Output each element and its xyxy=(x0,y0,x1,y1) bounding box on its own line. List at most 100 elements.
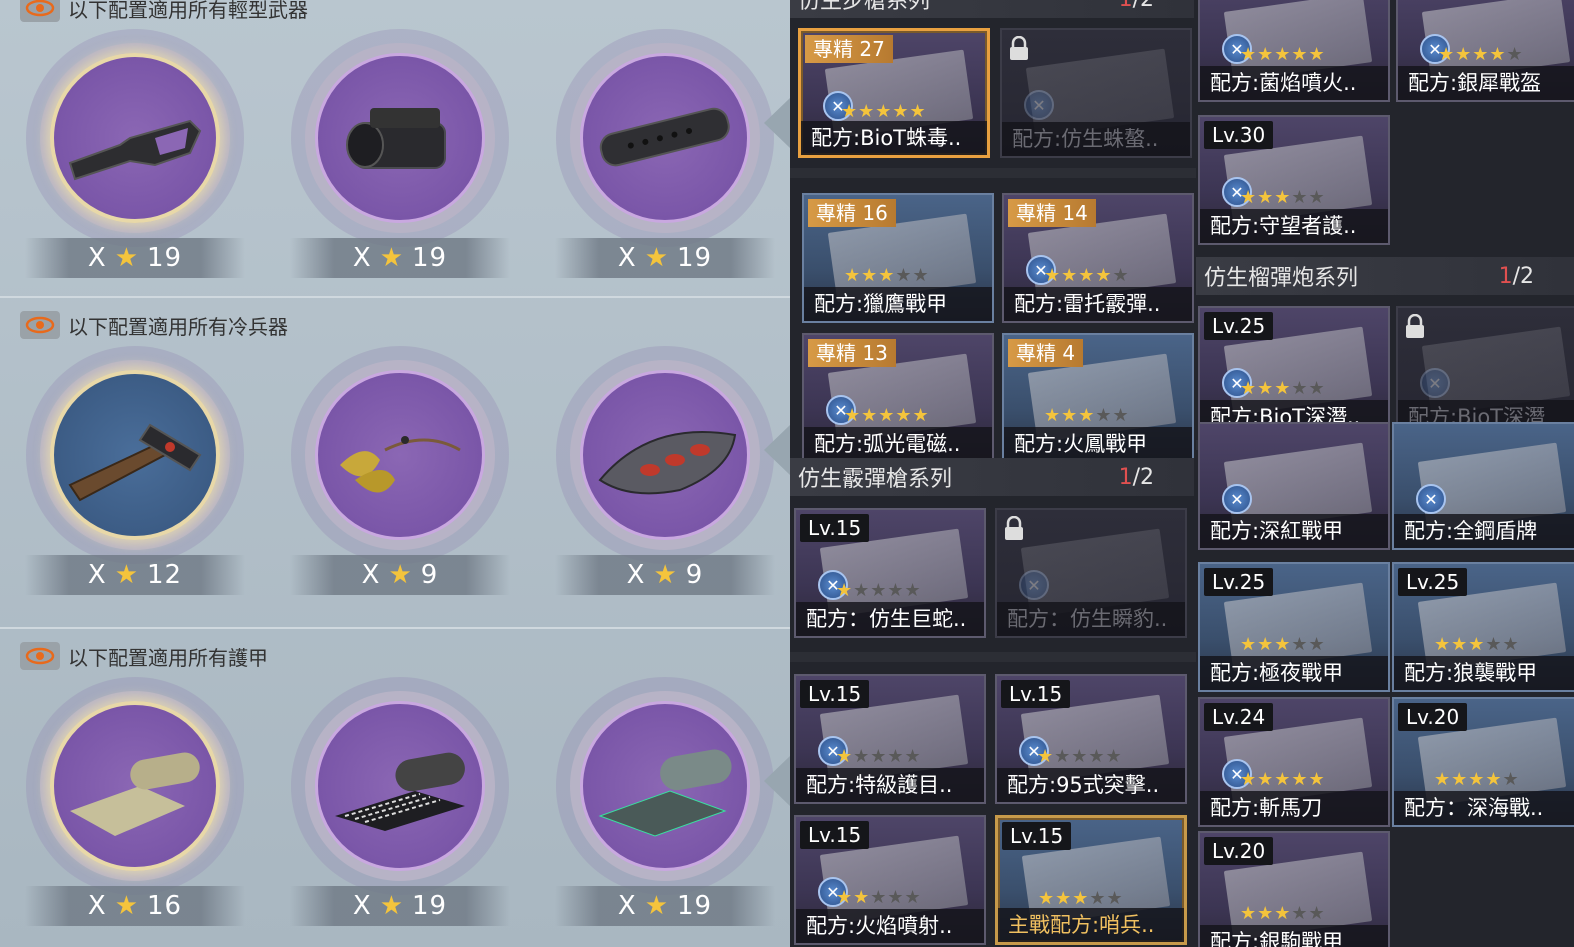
recipe-card[interactable]: ✕ 配方:全鋼盾牌 xyxy=(1392,422,1574,550)
slot-count: X ★ 9 xyxy=(555,555,775,595)
divider xyxy=(790,652,1196,662)
slot-stock[interactable]: X ★ 19 xyxy=(25,43,245,293)
eye-icon[interactable] xyxy=(20,642,60,670)
slot-scope[interactable]: X ★ 19 xyxy=(290,43,510,293)
guard-icon xyxy=(598,431,737,495)
recipe-card[interactable]: Lv.15 ✕ ★★★★★ 配方:特級護目.. xyxy=(794,674,986,804)
recipe-card-locked[interactable]: ✕ 配方：仿生瞬豹.. xyxy=(995,508,1187,638)
recipe-name: 配方:弧光電磁.. xyxy=(804,427,992,461)
level-badge: Lv.15 xyxy=(800,680,870,708)
section-armor: 以下配置適用所有護甲 X ★ 16 X ★ 19 X ★ 19 xyxy=(0,636,790,947)
hex-roll-icon xyxy=(598,749,732,837)
recipe-card[interactable]: Lv.25 ✕ ★★★★★ 配方:BioT深潛.. xyxy=(1198,306,1390,436)
star-icon: ★ xyxy=(114,891,140,921)
recipe-card-locked[interactable]: ✕ 配方:仿生蛛螯.. xyxy=(1000,28,1192,158)
section-header: 以下配置適用所有護甲 xyxy=(20,636,268,676)
recipe-name: 配方:斬馬刀 xyxy=(1200,791,1388,825)
eye-icon[interactable] xyxy=(20,0,60,22)
star-rating: ★★★★★ xyxy=(1240,634,1326,655)
recipe-card[interactable]: Lv.20 ★★★★★ 配方：深海戰.. xyxy=(1392,697,1574,827)
recipe-card[interactable]: Lv.25 ★★★★★ 配方:狼襲戰甲 xyxy=(1392,562,1574,692)
star-rating: ★★★★★ xyxy=(1240,378,1326,399)
slot-silencer[interactable]: X ★ 19 xyxy=(555,43,775,293)
star-rating: ★★★★★ xyxy=(1434,769,1520,790)
accessory-config-panel: 以下配置適用所有輕型武器 X ★ 19 X ★ 19 X ★ 19 以下配置適用… xyxy=(0,0,790,947)
recipe-card[interactable]: 專精 27 ✕ ★★★★★ 配方:BioT蛛毒.. xyxy=(798,28,990,158)
silencer-icon xyxy=(599,107,730,167)
count-value: 16 xyxy=(147,891,183,921)
wrench-icon: ✕ xyxy=(1416,484,1446,514)
slot-hex-roll[interactable]: X ★ 19 xyxy=(555,691,775,941)
slot-cloth-roll[interactable]: X ★ 16 xyxy=(25,691,245,941)
expand-arrow[interactable] xyxy=(764,425,790,475)
recipe-name: 配方:BioT蛛毒.. xyxy=(801,121,987,155)
tassel-icon xyxy=(340,436,461,493)
recipe-card[interactable]: Lv.15 ✕ ★★★★★ 配方：仿生巨蛇.. xyxy=(794,508,986,638)
count-value: 9 xyxy=(420,560,439,590)
recipe-card[interactable]: Lv.30 ✕ ★★★★★ 配方:守望者護.. xyxy=(1198,115,1390,245)
star-rating: ★★★★★ xyxy=(836,746,922,767)
multiplier: X xyxy=(361,560,381,590)
expand-arrow[interactable] xyxy=(764,756,790,806)
recipe-card[interactable]: Lv.24 ✕ ★★★★★ 配方:斬馬刀 xyxy=(1198,697,1390,827)
slot-fiber-roll[interactable]: X ★ 19 xyxy=(290,691,510,941)
recipe-card[interactable]: Lv.20 ★★★★★ 配方:銀駒戰甲 xyxy=(1198,831,1390,947)
slot-tassel[interactable]: X ★ 9 xyxy=(290,360,510,610)
star-rating: ★★★★★ xyxy=(1240,769,1326,790)
star-icon: ★ xyxy=(644,243,670,273)
recipe-card[interactable]: 專精 16 ★★★★★ 配方:獵鷹戰甲 xyxy=(802,193,994,323)
recipe-card[interactable]: 專精 4 ★★★★★ 配方:火鳳戰甲 xyxy=(1002,333,1194,463)
divider xyxy=(0,296,790,298)
fiber-roll-icon xyxy=(335,752,465,831)
multiplier: X xyxy=(626,560,646,590)
recipe-card[interactable]: ✕ ★★★★★ 配方:菌焰噴火.. xyxy=(1198,0,1390,102)
series-title: 仿生榴彈炮系列 xyxy=(1204,266,1359,291)
divider xyxy=(0,627,790,629)
recipe-name: 配方:菌焰噴火.. xyxy=(1200,66,1388,100)
recipe-name: 配方：深海戰.. xyxy=(1394,791,1574,825)
series-count-total: /2 xyxy=(1133,0,1154,12)
series-count: 1/2 xyxy=(1119,465,1154,490)
cloth-roll-icon xyxy=(70,752,200,836)
slot-guard[interactable]: X ★ 9 xyxy=(555,360,775,610)
recipe-card[interactable]: Lv.15 ★★★★★ 主戰配方:哨兵.. xyxy=(995,815,1187,945)
eye-icon[interactable] xyxy=(20,311,60,339)
recipe-name: 配方：仿生瞬豹.. xyxy=(997,602,1185,636)
recipe-card[interactable]: 專精 14 ✕ ★★★★★ 配方:雷托霰彈.. xyxy=(1002,193,1194,323)
recipe-card[interactable]: Lv.25 ★★★★★ 配方:極夜戰甲 xyxy=(1198,562,1390,692)
level-badge: Lv.20 xyxy=(1398,703,1468,731)
mastery-badge: 專精 14 xyxy=(1008,199,1096,227)
recipe-card[interactable]: ✕ 配方:深紅戰甲 xyxy=(1198,422,1390,550)
recipe-name: 配方:銀犀戰盔 xyxy=(1398,66,1574,100)
slot-count: X ★ 19 xyxy=(555,238,775,278)
slot-hilt[interactable]: X ★ 12 xyxy=(25,360,245,610)
star-rating: ★★★★★ xyxy=(1038,888,1124,909)
level-badge: Lv.15 xyxy=(1002,822,1072,850)
star-icon: ★ xyxy=(114,243,140,273)
mastery-badge: 專精 16 xyxy=(808,199,896,227)
recipe-name: 配方:獵鷹戰甲 xyxy=(804,287,992,321)
level-badge: Lv.25 xyxy=(1204,312,1274,340)
star-icon: ★ xyxy=(379,243,405,273)
recipe-name: 配方:仿生蛛螯.. xyxy=(1002,122,1190,156)
wrench-icon: ✕ xyxy=(1019,570,1049,600)
star-icon: ★ xyxy=(644,891,670,921)
recipe-card[interactable]: Lv.15 ✕ ★★★★★ 配方:95式突擊.. xyxy=(995,674,1187,804)
multiplier: X xyxy=(87,891,107,921)
section-melee: 以下配置適用所有冷兵器 X ★ 12 X ★ 9 X ★ 9 xyxy=(0,305,790,635)
count-value: 12 xyxy=(147,560,183,590)
recipe-name: 主戰配方:哨兵.. xyxy=(998,908,1184,942)
recipe-card[interactable]: ✕ ★★★★★ 配方:銀犀戰盔 xyxy=(1396,0,1574,102)
star-rating: ★★★★★ xyxy=(1044,405,1130,426)
recipe-card-locked[interactable]: ✕ 配方:BioT深潛 xyxy=(1396,306,1574,436)
recipe-card[interactable]: Lv.15 ✕ ★★★★★ 配方:火焰噴射.. xyxy=(794,815,986,945)
recipe-name: 配方:狼襲戰甲 xyxy=(1394,656,1574,690)
recipe-name: 配方:火焰噴射.. xyxy=(796,909,984,943)
recipe-card[interactable]: 專精 13 ✕ ★★★★★ 配方:弧光電磁.. xyxy=(802,333,994,463)
slot-count: X ★ 19 xyxy=(25,238,245,278)
expand-arrow[interactable] xyxy=(764,98,790,148)
wrench-icon: ✕ xyxy=(1222,484,1252,514)
recipe-name: 配方：仿生巨蛇.. xyxy=(796,602,984,636)
series-count-current: 1 xyxy=(1118,464,1133,490)
level-badge: Lv.25 xyxy=(1398,568,1468,596)
